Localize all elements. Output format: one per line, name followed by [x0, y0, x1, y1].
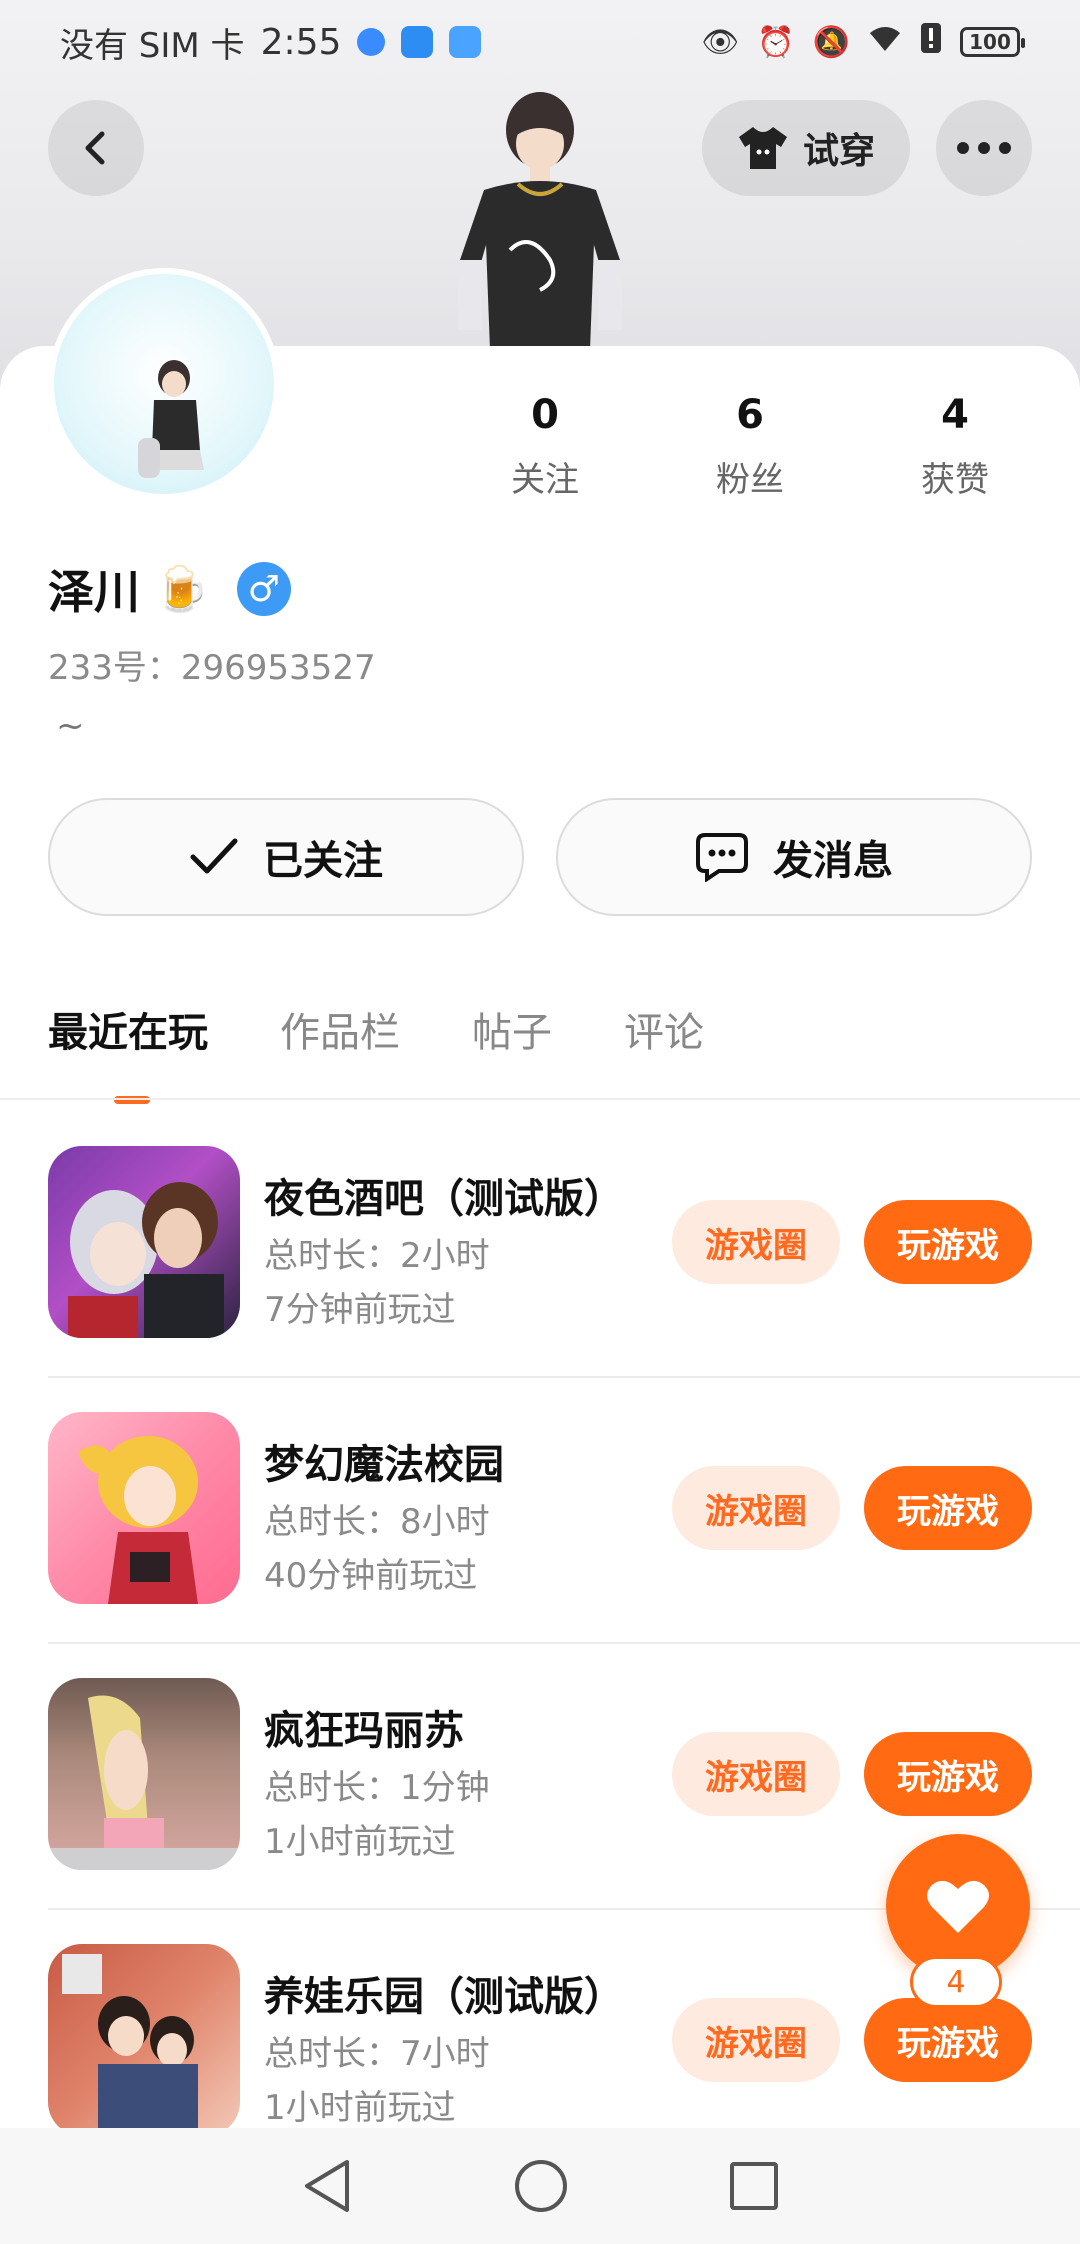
chevron-left-icon: [85, 131, 105, 165]
browser-notification-icon: [357, 28, 386, 56]
game-circle-button[interactable]: 游戏圈: [672, 1200, 840, 1284]
user-name: 泽川: [48, 565, 140, 619]
tab-comments[interactable]: 评论: [624, 1000, 704, 1058]
tab-posts[interactable]: 帖子: [472, 1000, 552, 1058]
back-triangle-icon[interactable]: [301, 2158, 353, 2214]
character-figure: [458, 92, 622, 350]
play-game-button[interactable]: 玩游戏: [864, 1200, 1032, 1284]
back-button[interactable]: [48, 100, 144, 196]
tab-recently-played[interactable]: 最近在玩: [48, 1000, 208, 1104]
play-game-button[interactable]: 玩游戏: [864, 1466, 1032, 1550]
profile-tabs: 最近在玩 作品栏 帖子 评论: [48, 1000, 704, 1104]
game-title: 梦幻魔法校园: [264, 1442, 504, 1488]
beer-icon: 🍺: [154, 564, 209, 615]
list-divider: [48, 1642, 1080, 1644]
game-title: 夜色酒吧（测试版）: [264, 1176, 624, 1222]
user-id: 233号：296953527: [48, 648, 376, 688]
heart-icon: [927, 1880, 989, 1933]
game-thumbnail[interactable]: [48, 1412, 240, 1604]
recents-square-icon[interactable]: [729, 2161, 779, 2211]
game-duration: 总时长：2小时: [264, 1236, 490, 1276]
game-circle-button[interactable]: 游戏圈: [672, 1466, 840, 1550]
male-gender-icon: ♂: [236, 562, 291, 616]
checkmark-icon: [190, 838, 238, 874]
carrier-text: 没有 SIM 卡: [60, 25, 245, 66]
avatar-character-image: [138, 360, 204, 478]
battery-icon: 100: [960, 27, 1025, 57]
game-duration: 总时长：1分钟: [264, 1768, 490, 1808]
likes-count: 4: [941, 392, 969, 438]
game-list-item[interactable]: 夜色酒吧（测试版） 总时长：2小时 7分钟前玩过 游戏圈 玩游戏: [0, 1146, 1080, 1412]
game-last-played: 40分钟前玩过: [264, 1556, 478, 1596]
play-game-button[interactable]: 玩游戏: [864, 1732, 1032, 1816]
alert-icon: [920, 22, 942, 62]
home-circle-icon[interactable]: [513, 2158, 569, 2214]
tab-works[interactable]: 作品栏: [280, 1000, 400, 1058]
profile-stats: 0 关注 6 粉丝 4 获赞: [470, 392, 1030, 501]
status-bar: 没有 SIM 卡 2:55 👁 ⏰ 🔕 100: [0, 0, 1080, 84]
game-title: 疯狂玛丽苏: [264, 1708, 464, 1754]
game-last-played: 7分钟前玩过: [264, 1290, 456, 1330]
following-label: 关注: [511, 460, 579, 500]
try-on-button[interactable]: 试穿: [702, 100, 910, 196]
game-circle-button[interactable]: 游戏圈: [672, 1998, 840, 2082]
clock-text: 2:55: [260, 21, 342, 63]
play-game-button[interactable]: 玩游戏: [864, 1998, 1032, 2082]
game-list-item[interactable]: 梦幻魔法校园 总时长：8小时 40分钟前玩过 游戏圈 玩游戏: [0, 1412, 1080, 1678]
tabs-divider: [0, 1098, 1080, 1100]
more-options-button[interactable]: [936, 100, 1032, 196]
like-count-badge: 4: [910, 1956, 1002, 2008]
game-circle-button[interactable]: 游戏圈: [672, 1732, 840, 1816]
fans-count: 6: [736, 392, 764, 438]
try-on-label: 试穿: [802, 131, 875, 172]
wifi-icon: [868, 23, 902, 61]
more-dots-icon: [957, 142, 1011, 154]
following-stat[interactable]: 0 关注: [470, 392, 620, 501]
fans-stat[interactable]: 6 粉丝: [675, 392, 825, 501]
alarm-icon: ⏰: [757, 24, 795, 60]
game-thumbnail[interactable]: [48, 1944, 240, 2136]
mute-bell-icon: 🔕: [812, 24, 850, 60]
game-duration: 总时长：7小时: [264, 2034, 490, 2074]
likes-stat[interactable]: 4 获赞: [880, 392, 1030, 501]
name-row: 泽川 🍺 ♂: [48, 556, 291, 622]
game-title: 养娃乐园（测试版）: [264, 1974, 624, 2020]
tshirt-icon: [738, 127, 787, 169]
likes-label: 获赞: [921, 460, 989, 500]
send-message-button[interactable]: 发消息: [556, 798, 1032, 916]
chat-bubble-icon: [696, 833, 748, 882]
eye-icon: 👁: [701, 24, 740, 60]
game-last-played: 1小时前玩过: [264, 1822, 456, 1862]
game-thumbnail[interactable]: [48, 1146, 240, 1338]
user-bio: ~: [56, 706, 85, 746]
avatar[interactable]: [48, 268, 280, 500]
following-button-label: 已关注: [263, 838, 383, 884]
following-button[interactable]: 已关注: [48, 798, 524, 916]
system-navigation-bar: [0, 2128, 1080, 2244]
cloud-notification-icon: [449, 26, 482, 58]
game-duration: 总时长：8小时: [264, 1502, 490, 1542]
list-divider: [48, 1376, 1080, 1378]
send-message-label: 发消息: [773, 838, 893, 884]
weather-notification-icon: [401, 26, 434, 58]
fans-label: 粉丝: [716, 460, 784, 500]
game-last-played: 1小时前玩过: [264, 2088, 456, 2128]
game-thumbnail[interactable]: [48, 1678, 240, 1870]
following-count: 0: [531, 392, 559, 438]
